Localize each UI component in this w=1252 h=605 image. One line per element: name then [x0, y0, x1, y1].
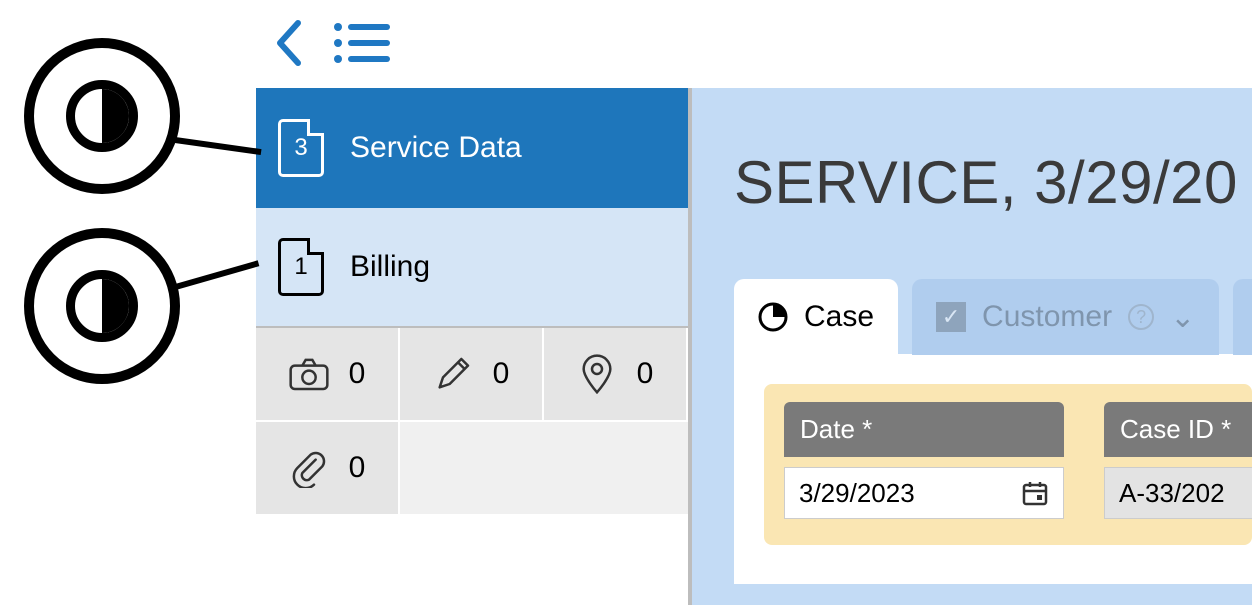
pie-icon: [758, 302, 788, 332]
contrast-icon: [66, 270, 138, 342]
chevron-down-icon: ⌄: [1170, 300, 1195, 335]
map-pin-icon: [577, 354, 617, 394]
annotation-line-1: [168, 136, 262, 155]
date-value: 3/29/2023: [799, 478, 915, 509]
tab-label: Case: [804, 300, 874, 334]
title-date: 3/29/20: [1034, 149, 1238, 216]
doc-count: 1: [294, 253, 307, 281]
contrast-icon: [66, 80, 138, 152]
field-label: Date *: [784, 402, 1064, 457]
annotation-contrast-1: [24, 38, 180, 194]
title-prefix: SERVICE,: [734, 149, 1034, 216]
page-title: SERVICE, 3/29/20: [734, 148, 1252, 217]
tab-more[interactable]: [1233, 279, 1252, 355]
form-strip: Date * 3/29/2023 Case ID * A-33/202: [764, 384, 1252, 545]
sidebar-item-label: Billing: [350, 250, 430, 284]
calendar-icon: [1021, 479, 1049, 507]
doc-count: 3: [294, 134, 307, 162]
counter-blank: [400, 422, 688, 516]
chevron-left-icon: [274, 19, 304, 67]
field-date: Date * 3/29/2023: [784, 402, 1064, 519]
case-id-input[interactable]: A-33/202: [1104, 467, 1252, 519]
counter-grid: 0 0 0 0: [256, 328, 688, 516]
help-icon: ?: [1128, 304, 1154, 330]
counter-location[interactable]: 0: [544, 328, 688, 422]
tabs: Case ✓ Customer ? ⌄: [734, 279, 1252, 355]
tab-case[interactable]: Case: [734, 279, 898, 355]
sidebar-item-billing[interactable]: 1 Billing: [256, 208, 688, 328]
camera-icon: [289, 354, 329, 394]
document-icon: 3: [278, 119, 324, 177]
counter-value: 0: [493, 357, 510, 391]
back-button[interactable]: [274, 19, 304, 72]
tab-customer[interactable]: ✓ Customer ? ⌄: [912, 279, 1219, 355]
top-toolbar: [256, 2, 1252, 88]
main-content: SERVICE, 3/29/20 Case ✓ Customer ? ⌄ Dat…: [690, 88, 1252, 605]
date-input[interactable]: 3/29/2023: [784, 467, 1064, 519]
checkbox-icon: ✓: [936, 302, 966, 332]
annotation-contrast-2: [24, 228, 180, 384]
form-panel: Date * 3/29/2023 Case ID * A-33/202: [734, 354, 1252, 584]
field-case-id: Case ID * A-33/202: [1104, 402, 1252, 519]
counter-value: 0: [349, 357, 366, 391]
counter-photo[interactable]: 0: [256, 328, 400, 422]
list-icon: [332, 21, 390, 65]
field-label: Case ID *: [1104, 402, 1252, 457]
paperclip-icon: [289, 448, 329, 488]
case-id-value: A-33/202: [1119, 478, 1225, 509]
sidebar-item-service-data[interactable]: 3 Service Data: [256, 88, 688, 208]
annotation-line-2: [171, 260, 259, 291]
counter-attachment[interactable]: 0: [256, 422, 400, 516]
tab-label: Customer: [982, 300, 1112, 334]
sidebar-item-label: Service Data: [350, 131, 522, 165]
list-button[interactable]: [332, 21, 390, 70]
counter-value: 0: [637, 357, 654, 391]
sidebar: 3 Service Data 1 Billing 0 0 0 0: [256, 88, 690, 605]
document-icon: 1: [278, 238, 324, 296]
pencil-icon: [433, 354, 473, 394]
counter-value: 0: [349, 451, 366, 485]
counter-edit[interactable]: 0: [400, 328, 544, 422]
